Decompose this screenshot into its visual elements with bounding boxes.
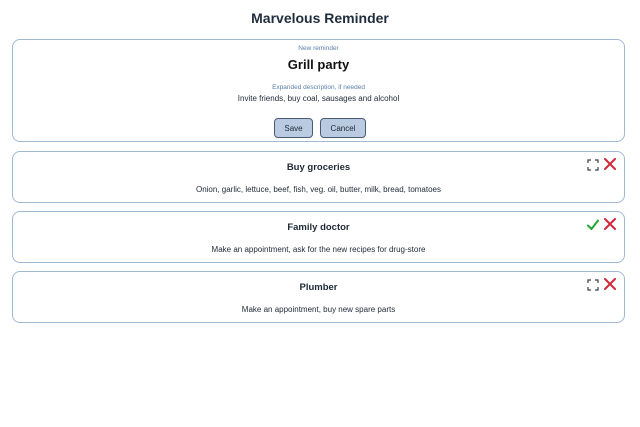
reminder-title: Plumber — [299, 282, 338, 293]
description-label: Expanded description, if needed — [272, 84, 365, 91]
reminder-card: Plumber Make an appointment, buy new spa… — [12, 271, 625, 323]
new-reminder-form: New reminder Expanded description, if ne… — [12, 39, 625, 142]
reminder-card: Family doctor Make an appointment, ask f… — [12, 211, 625, 263]
reminder-card: Buy groceries Onion, garlic, lettuce, be… — [12, 151, 625, 203]
reminder-description: Make an appointment, buy new spare parts — [241, 305, 396, 314]
close-icon[interactable] — [604, 278, 616, 290]
close-icon[interactable] — [604, 158, 616, 170]
new-reminder-heading: New reminder — [298, 45, 339, 52]
expand-icon[interactable] — [587, 159, 599, 171]
reminder-description: Onion, garlic, lettuce, beef, fish, veg.… — [195, 185, 441, 194]
expand-icon[interactable] — [587, 279, 599, 291]
reminder-title-input[interactable] — [13, 57, 624, 72]
cancel-button[interactable]: Cancel — [320, 118, 366, 138]
reminder-title: Family doctor — [287, 222, 350, 233]
app-title: Marvelous Reminder — [251, 10, 389, 26]
reminder-description: Make an appointment, ask for the new rec… — [211, 245, 426, 254]
reminder-description-input[interactable] — [13, 94, 624, 103]
checkmark-icon[interactable] — [587, 219, 599, 231]
save-button[interactable]: Save — [274, 118, 313, 138]
reminder-title: Buy groceries — [286, 162, 351, 173]
close-icon[interactable] — [604, 218, 616, 230]
